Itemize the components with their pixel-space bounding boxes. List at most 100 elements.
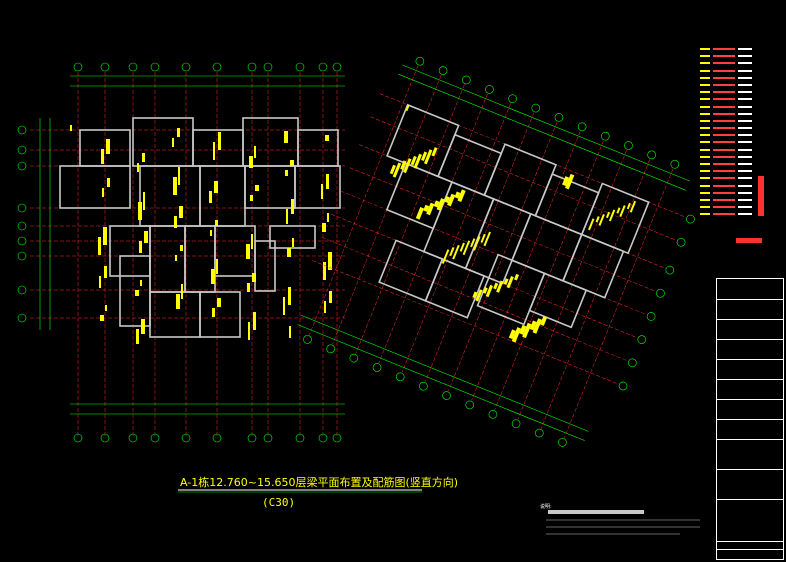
left-building-plan — [17, 62, 345, 443]
rebar-annotation — [459, 242, 465, 252]
rebar-annotation — [210, 230, 212, 236]
axis-bubble — [128, 62, 138, 72]
axis-bubble — [637, 335, 647, 344]
rebar-annotation — [106, 139, 110, 154]
rebar-annotation — [177, 128, 180, 137]
rebar-annotation — [291, 199, 294, 214]
rebar-annotation — [211, 269, 215, 284]
rebar-annotation — [327, 213, 329, 222]
rebar-annotation — [135, 290, 139, 296]
rebar-annotation — [325, 135, 329, 141]
elevation-row — [700, 190, 760, 197]
axis-bubble — [395, 372, 405, 382]
elevation-row — [700, 118, 760, 125]
rebar-annotation — [254, 146, 256, 158]
rebar-annotation — [290, 160, 294, 166]
rebar-annotation — [178, 167, 180, 185]
beam-outline — [437, 133, 503, 197]
rebar-annotation — [247, 283, 250, 292]
rebar-annotation — [179, 206, 183, 218]
rebar-annotation — [287, 248, 291, 257]
elevation-row — [700, 183, 760, 190]
axis-bubble — [461, 75, 471, 85]
axis-bubble — [554, 113, 564, 122]
axis-bubble — [601, 131, 610, 141]
axis-bubble — [419, 381, 428, 391]
rebar-annotation — [514, 273, 520, 281]
beam-outline — [59, 165, 131, 209]
rebar-annotation — [324, 301, 326, 313]
axis-bubble — [618, 381, 628, 391]
rebar-annotation — [595, 216, 600, 223]
beam-outline — [378, 239, 444, 302]
elevation-row — [700, 204, 760, 211]
rebar-annotation — [462, 240, 471, 256]
axis-bubble — [686, 214, 695, 224]
rebar-annotation — [605, 211, 611, 219]
rebar-annotation — [248, 322, 250, 340]
axis-bubble — [349, 353, 359, 363]
axis-bubble — [624, 141, 633, 150]
rebar-annotation — [70, 125, 72, 131]
elevation-row — [700, 211, 760, 218]
rebar-annotation — [104, 266, 107, 278]
rebar-annotation — [103, 227, 107, 245]
axis-bubble — [670, 159, 680, 169]
rebar-annotation — [483, 231, 491, 247]
axis-bubble — [150, 62, 160, 72]
rebar-annotation — [105, 305, 107, 311]
beam-outline — [561, 233, 625, 299]
axis-bubble — [485, 85, 494, 94]
axis-bubble — [17, 125, 27, 135]
drawing-subtitle: (C30) — [262, 496, 296, 509]
axis-bubble — [295, 62, 305, 72]
floor-elevation-table — [700, 46, 760, 219]
elevation-row — [700, 96, 760, 103]
rebar-annotation — [139, 241, 142, 253]
rebar-annotation — [218, 132, 221, 150]
axis-bubble — [212, 62, 222, 72]
axis-bubble — [676, 237, 686, 247]
elevation-row — [700, 53, 760, 60]
rebar-annotation — [249, 156, 253, 168]
axis-bubble — [647, 150, 656, 160]
elevation-row — [700, 161, 760, 168]
axis-bubble — [531, 103, 541, 113]
rebar-annotation — [480, 233, 486, 243]
rebar-annotation — [322, 223, 326, 232]
rebar-annotation — [215, 220, 218, 226]
rebar-annotation — [175, 255, 177, 261]
axis-bubble — [318, 62, 328, 72]
elevation-row — [700, 68, 760, 75]
elevation-label-bar — [736, 238, 762, 243]
axis-bubble — [73, 62, 83, 72]
rebar-annotation — [251, 234, 253, 249]
beam-outline — [199, 165, 246, 227]
rebar-annotation — [98, 237, 101, 255]
elevation-row — [700, 60, 760, 67]
rebar-annotation — [143, 192, 145, 210]
rebar-annotation — [138, 202, 142, 220]
notes-block — [546, 510, 700, 535]
rebar-annotation — [626, 202, 631, 210]
rebar-annotation — [598, 213, 605, 226]
rebar-annotation — [141, 319, 145, 334]
rebar-annotation — [213, 142, 215, 160]
notes-heading: 说明: — [540, 504, 552, 510]
rebar-annotation — [214, 181, 218, 193]
rebar-annotation — [323, 262, 326, 280]
axis-bubble — [465, 400, 475, 410]
axis-bubble — [247, 62, 257, 72]
rebar-annotation — [180, 245, 183, 251]
cad-canvas[interactable]: A-1栋12.760~15.650层梁平面布置及配筋图(竖直方向) (C30) … — [0, 0, 786, 562]
elevation-row — [700, 154, 760, 161]
rebar-annotation — [285, 170, 288, 176]
right-building-plan — [297, 56, 695, 447]
axis-bubble — [17, 251, 27, 261]
rebar-annotation — [140, 280, 142, 286]
rebar-annotation — [181, 284, 183, 299]
rebar-annotation — [292, 238, 294, 247]
rebar-annotation — [252, 273, 256, 282]
rebar-annotation — [209, 191, 212, 203]
axis-bubble — [438, 66, 448, 75]
